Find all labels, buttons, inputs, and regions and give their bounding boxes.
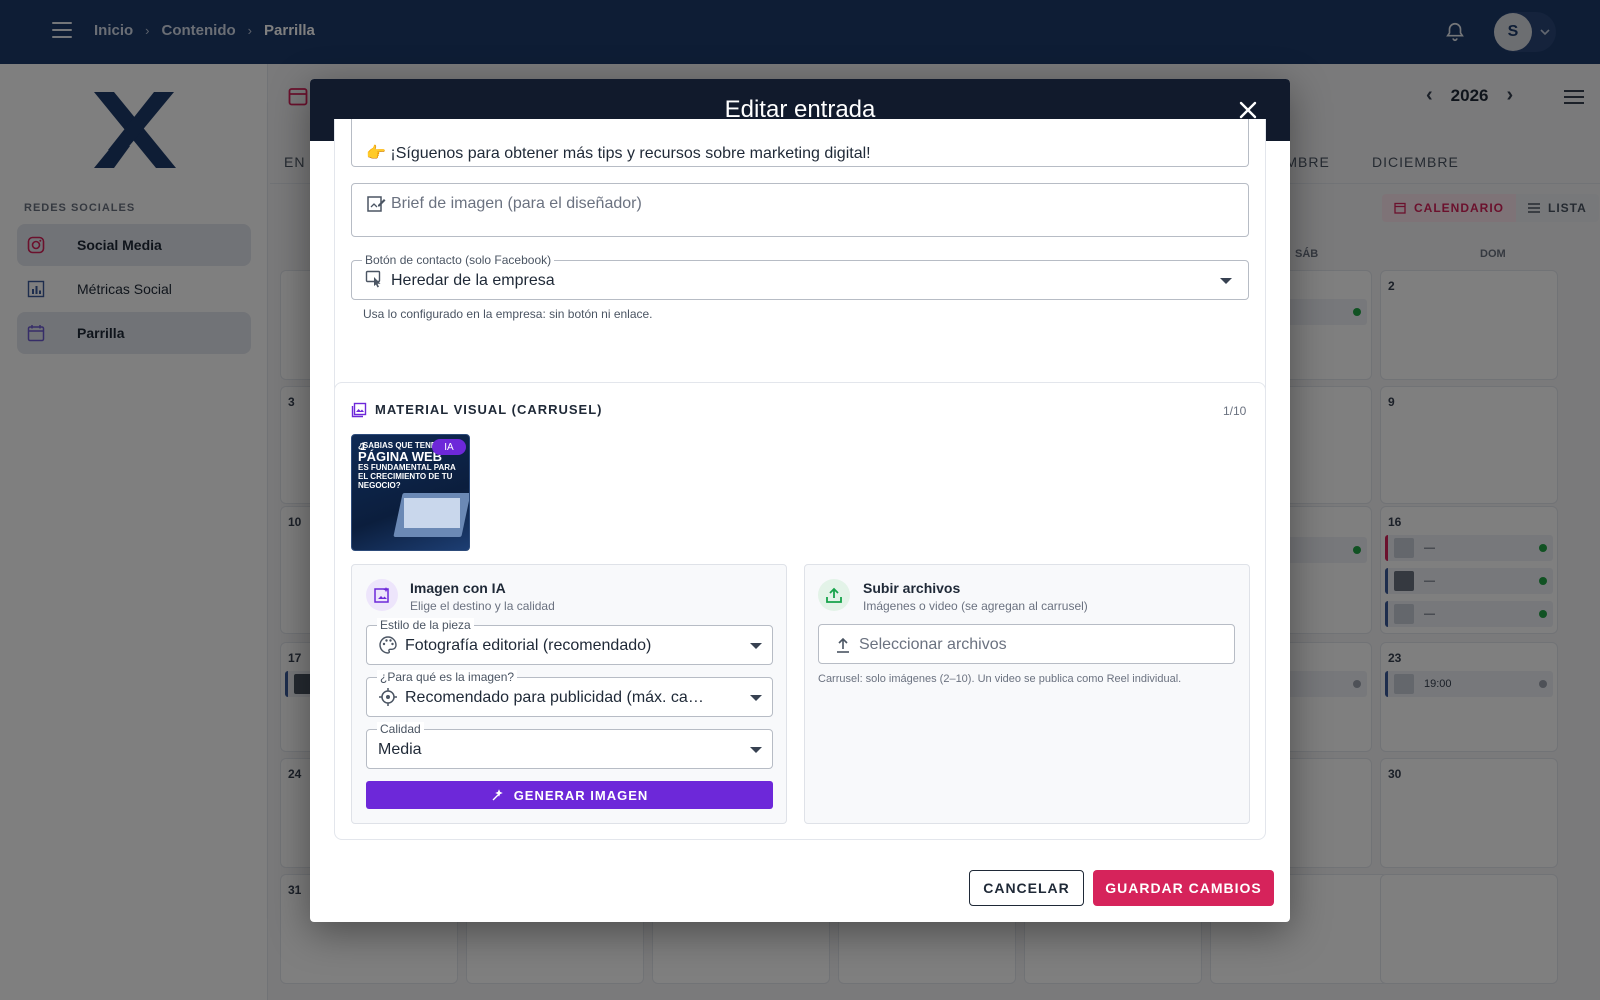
post-text-line: 👉 ¡Síguenos para obtener más tips y recu… [366,145,871,162]
quality-select-label: Calidad [377,722,424,736]
file-upload-icon [837,637,849,653]
carousel-counter: 1/10 [1223,404,1247,418]
dropdown-caret-icon [1220,278,1232,284]
magic-wand-icon [492,788,503,800]
ai-image-subtitle: Elige el destino y la calidad [410,599,555,613]
style-select[interactable]: Estilo de la pieza Fotografía editorial … [366,618,773,665]
post-text-area[interactable]: 👉 ¡Síguenos para obtener más tips y recu… [351,119,1249,167]
generate-image-button[interactable]: GENERAR IMAGEN [366,781,773,809]
contact-button-label: Botón de contacto (solo Facebook) [362,253,555,267]
save-changes-button[interactable]: GUARDAR CAMBIOS [1093,870,1274,906]
contact-button-select[interactable]: Botón de contacto (solo Facebook) Hereda… [351,253,1249,300]
quality-select-value: Media [378,741,422,758]
dropdown-caret-icon [750,747,762,753]
generate-image-label: GENERAR IMAGEN [513,787,649,803]
purpose-select-value: Recomendado para publicidad (máx. calida… [405,689,705,706]
image-collection-icon [351,402,367,418]
select-files-placeholder: Seleccionar archivos [859,636,1007,653]
post-details-card: 👉 ¡Síguenos para obtener más tips y recu… [334,119,1266,405]
upload-title: Subir archivos [863,580,961,596]
carousel-note: Carrusel: solo imágenes (2–10). Un video… [818,673,1182,685]
purpose-select-label: ¿Para qué es la imagen? [377,670,518,684]
purpose-select[interactable]: ¿Para qué es la imagen? Recomendado para… [366,670,773,717]
crosshair-target-icon [379,688,397,706]
touch-app-icon [365,270,381,288]
style-select-label: Estilo de la pieza [377,618,474,632]
quality-select[interactable]: Calidad Media [366,722,773,769]
image-brief-placeholder: Brief de imagen (para el diseñador) [391,195,642,212]
dropdown-caret-icon [750,643,762,649]
ai-image-icon [366,579,398,611]
edit-entry-dialog: Editar entrada 👉 ¡Síguenos para obtener … [310,79,1290,922]
upload-icon [826,587,842,603]
edit-image-icon [367,196,386,212]
thumbnail-text-rest: ES FUNDAMENTAL PARA EL CRECIMIENTO DE TU… [358,463,456,490]
upload-icon-badge [818,579,850,611]
style-select-value: Fotografía editorial (recomendado) [405,637,652,654]
ai-badge: IA [432,439,466,455]
carousel-thumbnail[interactable]: ¿SABIAS QUE TENER PÁGINA WEB ES FUNDAMEN… [351,434,470,551]
dropdown-caret-icon [750,695,762,701]
upload-subtitle: Imágenes o video (se agregan al carrusel… [863,599,1088,613]
image-brief-field[interactable]: Brief de imagen (para el diseñador) [351,183,1249,237]
thumbnail-screen-graphic [404,498,460,528]
select-files-input[interactable]: Seleccionar archivos [818,624,1235,664]
close-icon[interactable] [1238,100,1258,120]
add-photo-sparkle-icon [374,587,389,603]
visual-section-title: MATERIAL VISUAL (CARRUSEL) [375,402,603,417]
contact-button-value: Heredar de la empresa [391,272,555,289]
palette-icon [379,636,397,654]
ai-image-title: Imagen con IA [410,580,506,596]
thumbnail-index: 1 [360,441,367,453]
contact-button-helper: Usa lo configurado en la empresa: sin bo… [363,307,653,321]
cancel-button[interactable]: CANCELAR [969,870,1084,906]
